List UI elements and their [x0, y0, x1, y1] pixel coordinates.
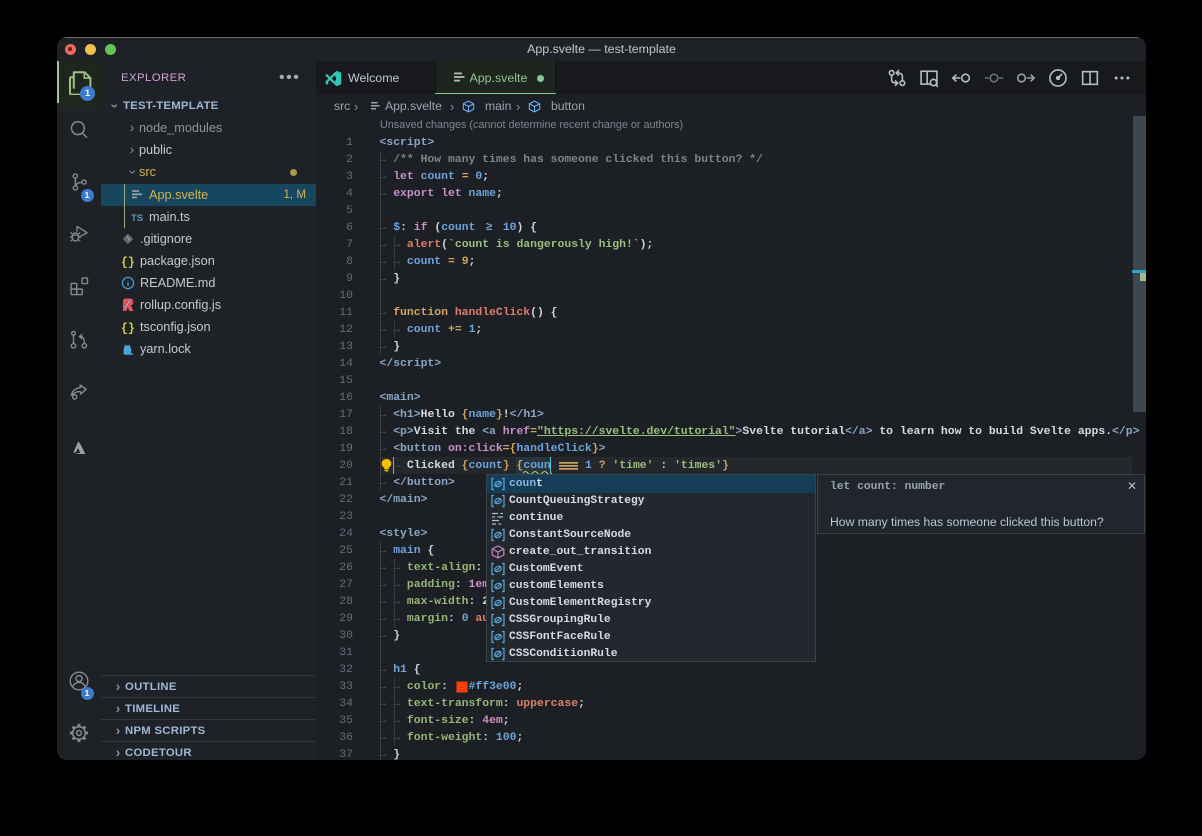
- svg-text:TS: TS: [131, 213, 143, 224]
- svg-text:{}: {}: [121, 256, 135, 269]
- svg-text:{}: {}: [121, 322, 135, 335]
